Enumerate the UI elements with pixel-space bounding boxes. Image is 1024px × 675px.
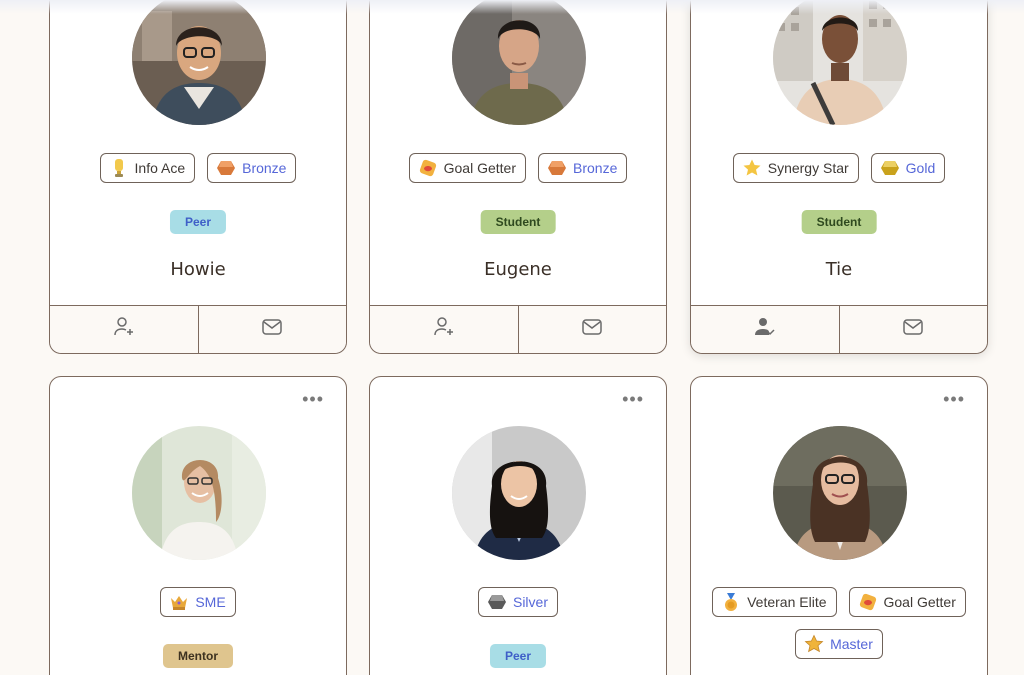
badge-label: Info Ace — [134, 160, 186, 176]
user-name: Eugene — [484, 259, 552, 280]
more-options-icon[interactable]: ••• — [302, 390, 324, 408]
avatar — [773, 426, 907, 560]
card-actions — [370, 305, 666, 353]
badge-list: Goal Getter Bronze — [370, 153, 666, 183]
badge-label: SME — [195, 594, 226, 610]
goal-badge-icon — [418, 158, 438, 178]
medal-ribbon-icon — [721, 592, 741, 612]
badge-label: Gold — [905, 160, 936, 176]
badge-label: Goal Getter — [883, 594, 956, 610]
badge-label: Bronze — [242, 160, 287, 176]
profile-card[interactable]: ••• Silver Peer — [369, 376, 667, 675]
badge[interactable]: Goal Getter — [408, 153, 526, 183]
avatar — [132, 0, 266, 125]
badge-label: Bronze — [573, 160, 618, 176]
top-shadow — [0, 0, 1024, 14]
goal-badge-icon — [858, 592, 878, 612]
silver-medal-icon — [487, 592, 507, 612]
badge-tier[interactable]: Bronze — [207, 153, 297, 183]
avatar — [773, 0, 907, 125]
message-button[interactable] — [197, 306, 347, 353]
add-friend-icon — [432, 315, 456, 344]
badge-list: Veteran Elite Goal Getter Master — [691, 587, 987, 659]
mail-icon — [901, 315, 925, 344]
more-options-icon[interactable]: ••• — [943, 390, 965, 408]
badge-list: Silver — [370, 587, 666, 617]
add-friend-button[interactable] — [50, 306, 198, 353]
friend-added-button[interactable] — [691, 306, 839, 353]
profile-card-tie[interactable]: Synergy Star Gold Student Tie — [690, 0, 988, 354]
badge-label: Silver — [512, 594, 548, 610]
more-options-icon[interactable]: ••• — [622, 390, 644, 408]
badge-list: Info Ace Bronze — [50, 153, 346, 183]
star-icon — [804, 634, 824, 654]
badge-tier[interactable]: Silver — [477, 587, 558, 617]
mail-icon — [260, 315, 284, 344]
badge-list: SME — [50, 587, 346, 617]
message-button[interactable] — [517, 306, 667, 353]
badge[interactable]: Info Ace — [99, 153, 196, 183]
avatar — [132, 426, 266, 560]
role-tag: Student — [801, 210, 877, 234]
badge-tier[interactable]: Master — [795, 629, 883, 659]
badge[interactable]: Veteran Elite — [712, 587, 837, 617]
avatar — [452, 0, 586, 125]
card-actions — [50, 305, 346, 353]
user-name: Howie — [170, 259, 226, 280]
message-button[interactable] — [838, 306, 988, 353]
star-icon — [742, 158, 762, 178]
role-tag: Peer — [169, 210, 227, 234]
badge-tier[interactable]: Gold — [870, 153, 946, 183]
crown-icon — [169, 592, 189, 612]
add-friend-button[interactable] — [370, 306, 518, 353]
bronze-medal-icon — [216, 158, 236, 178]
badge-label: Veteran Elite — [747, 594, 827, 610]
badge[interactable]: Synergy Star — [732, 153, 859, 183]
mail-icon — [580, 315, 604, 344]
role-tag: Peer — [489, 644, 547, 668]
profile-card[interactable]: ••• Veteran Elite Goal Getter Master — [690, 376, 988, 675]
badge-tier[interactable]: Bronze — [538, 153, 628, 183]
gold-medal-icon — [880, 158, 900, 178]
badge-label: Master — [830, 636, 873, 652]
trophy-light-icon — [109, 158, 129, 178]
badge-label: Synergy Star — [767, 160, 849, 176]
card-actions — [691, 305, 987, 353]
bronze-medal-icon — [547, 158, 567, 178]
role-tag: Student — [480, 210, 556, 234]
role-tag: Mentor — [163, 644, 233, 668]
user-name: Tie — [825, 259, 853, 280]
badge-list: Synergy Star Gold — [691, 153, 987, 183]
friend-added-icon — [753, 315, 777, 344]
add-friend-icon — [112, 315, 136, 344]
profile-card-howie[interactable]: Info Ace Bronze Peer Howie — [49, 0, 347, 354]
badge-label: Goal Getter — [443, 160, 516, 176]
profile-card-eugene[interactable]: Goal Getter Bronze Student Eugene — [369, 0, 667, 354]
profile-card[interactable]: ••• SME Mentor — [49, 376, 347, 675]
badge[interactable]: Goal Getter — [848, 587, 966, 617]
avatar — [452, 426, 586, 560]
badge-tier[interactable]: SME — [160, 587, 236, 617]
